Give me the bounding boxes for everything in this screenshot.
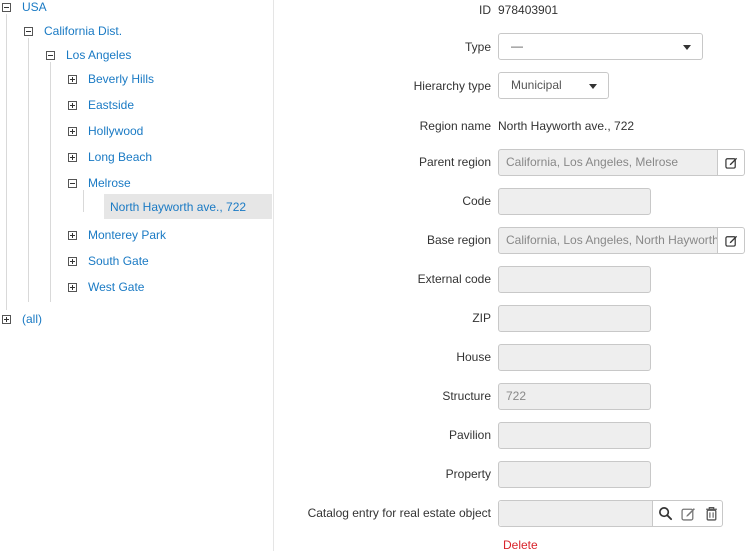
tree-node-label[interactable]: Eastside [88,94,134,116]
tree-node-label[interactable]: California Dist. [44,20,122,42]
code-field[interactable] [498,188,651,215]
tree-guide-line [83,190,84,212]
type-label: Type [464,40,491,54]
edit-icon [724,235,737,247]
collapse-icon[interactable] [24,27,33,36]
edit-icon [724,157,737,169]
region-name-value: North Hayworth ave., 722 [498,119,635,133]
collapse-icon[interactable] [46,51,55,60]
tree-node-label[interactable]: (all) [22,308,42,330]
tree-guide-line [6,14,7,310]
expand-icon[interactable] [2,315,11,324]
zip-label: ZIP [472,311,491,325]
expand-icon[interactable] [68,283,77,292]
caret-down-icon [683,45,691,50]
structure-field[interactable]: 722 [498,383,651,410]
expand-icon[interactable] [68,231,77,240]
tree-node-label[interactable]: Monterey Park [88,224,166,246]
house-label: House [456,350,491,364]
hierarchy-type-label: Hierarchy type [413,79,491,93]
tree-guide-line [50,62,51,302]
tree-node-label[interactable]: Beverly Hills [88,68,154,90]
property-field[interactable] [498,461,651,488]
tree-node-label[interactable]: West Gate [88,276,144,298]
id-value: 978403901 [498,3,559,17]
tree-node-label[interactable]: Melrose [88,172,131,194]
expand-icon[interactable] [68,75,77,84]
tree-guide-line [28,38,29,302]
id-label: ID [479,3,491,17]
edit-icon[interactable] [681,506,696,521]
hierarchy-type-value: Municipal [511,78,562,92]
tree-node-label[interactable]: North Hayworth ave., 722 [110,196,246,218]
zip-field[interactable] [498,305,651,332]
delete-link[interactable]: Delete [503,538,538,552]
type-select[interactable]: — [498,33,703,60]
trash-icon[interactable] [704,506,719,521]
code-label: Code [462,194,491,208]
expand-icon[interactable] [68,153,77,162]
pavilion-label: Pavilion [448,428,491,442]
parent-region-field[interactable]: California, Los Angeles, Melrose [498,149,718,176]
tree-node-label[interactable]: Long Beach [88,146,152,168]
base-region-field[interactable]: California, Los Angeles, North Hayworth … [498,227,718,254]
property-label: Property [445,467,491,481]
tree-node-label[interactable]: USA [22,0,47,18]
region-name-label: Region name [419,119,491,133]
tree-node-label[interactable]: South Gate [88,250,149,272]
tree-node-label[interactable]: Hollywood [88,120,143,142]
catalog-entry-group [498,500,723,527]
external-code-label: External code [417,272,491,286]
expand-icon[interactable] [68,257,77,266]
collapse-icon[interactable] [2,3,11,12]
catalog-entry-field[interactable] [499,501,653,526]
pavilion-field[interactable] [498,422,651,449]
region-tree: USA California Dist. Los Angeles Beverly… [0,0,274,551]
external-code-field[interactable] [498,266,651,293]
base-region-label: Base region [426,233,491,247]
expand-icon[interactable] [68,127,77,136]
caret-down-icon [589,84,597,89]
structure-label: Structure [442,389,491,403]
hierarchy-type-select[interactable]: Municipal [498,72,609,99]
house-field[interactable] [498,344,651,371]
collapse-icon[interactable] [68,179,77,188]
expand-icon[interactable] [68,101,77,110]
tree-node-label[interactable]: Los Angeles [66,44,131,66]
type-select-value: — [511,39,523,53]
search-icon[interactable] [658,506,673,521]
parent-region-label: Parent region [418,155,491,169]
catalog-entry-label: Catalog entry for real estate object [307,506,491,520]
edit-parent-region-button[interactable] [717,149,745,176]
edit-base-region-button[interactable] [717,227,745,254]
